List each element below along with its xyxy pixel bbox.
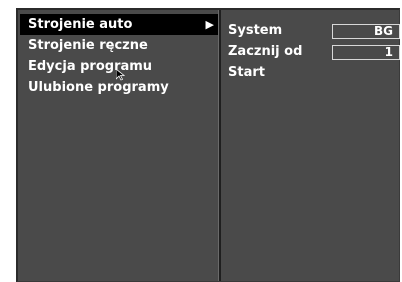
tv-osd-menu: Strojenie auto ▶ Strojenie ręczne Edycja… bbox=[16, 8, 400, 282]
submenu-arrow-icon: ▶ bbox=[205, 18, 214, 31]
menu-item-strojenie-reczne[interactable]: Strojenie ręczne bbox=[20, 35, 218, 56]
system-value-field[interactable]: BG bbox=[332, 24, 400, 39]
menu-item-label: Edycja programu bbox=[28, 59, 153, 74]
menu-item-label: Ulubione programy bbox=[28, 80, 169, 95]
start-action[interactable]: Start bbox=[228, 63, 265, 83]
menu-item-label: Strojenie ręczne bbox=[28, 38, 148, 53]
setting-label-zacznij-od: Zacznij od bbox=[228, 44, 303, 59]
panel-divider bbox=[218, 10, 221, 281]
zacznij-od-value-field[interactable]: 1 bbox=[332, 45, 400, 60]
main-menu-list: Strojenie auto ▶ Strojenie ręczne Edycja… bbox=[20, 10, 220, 281]
setting-label-system: System bbox=[228, 23, 283, 38]
settings-panel: System BG Zacznij od 1 Start bbox=[222, 10, 400, 281]
menu-item-strojenie-auto[interactable]: Strojenie auto ▶ bbox=[20, 14, 218, 35]
menu-item-label: Strojenie auto bbox=[28, 17, 133, 32]
